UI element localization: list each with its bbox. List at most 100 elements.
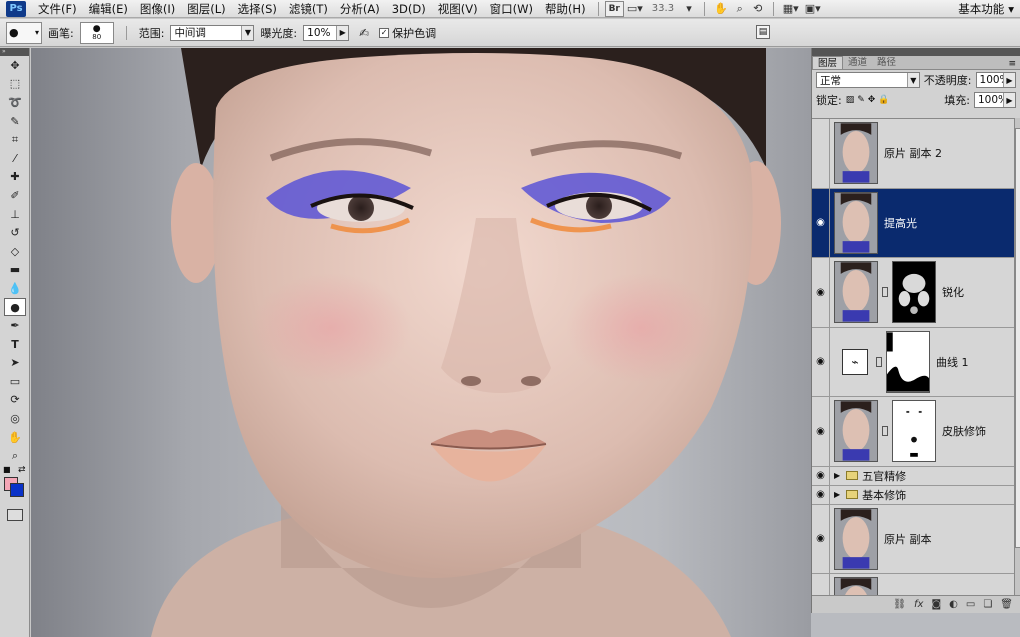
menu-layer[interactable]: 图层(L) — [181, 1, 231, 17]
eye-icon[interactable]: ◉ — [812, 397, 830, 466]
eye-icon[interactable]: ◉ — [812, 574, 830, 595]
eye-icon[interactable]: ◉ — [812, 327, 830, 396]
layer-row[interactable]: ◉ 锐化 — [812, 258, 1014, 328]
scrollbar-thumb[interactable] — [1015, 128, 1020, 548]
workspace-switcher[interactable]: 基本功能 ▾ — [958, 1, 1014, 17]
panel-toggle-icon[interactable]: ▤ — [756, 25, 770, 39]
tab-channels[interactable]: 通道 — [843, 56, 872, 69]
eye-icon[interactable]: ◉ — [812, 188, 830, 257]
3d-rotate-icon[interactable]: ⟳ — [0, 391, 30, 410]
link-icon[interactable]: ⛓ — [893, 599, 906, 610]
eye-icon[interactable]: ◉ — [812, 485, 830, 504]
fx-icon[interactable]: fx — [914, 599, 923, 610]
menu-filter[interactable]: 滤镜(T) — [283, 1, 334, 17]
new-layer-icon[interactable]: ❏ — [983, 599, 992, 610]
zoom-readout[interactable]: 33.3 — [646, 3, 680, 14]
type-icon[interactable]: T — [0, 335, 30, 354]
pen-icon[interactable]: ✒ — [0, 316, 30, 335]
move-icon[interactable]: ✥ — [0, 56, 30, 75]
menu-3d[interactable]: 3D(D) — [386, 2, 432, 16]
zoom-dropdown-icon[interactable]: ▾ — [680, 1, 698, 17]
range-select[interactable]: 中间调 ▼ — [170, 24, 255, 41]
menu-image[interactable]: 图像(I) — [134, 1, 181, 17]
chain-link-icon[interactable] — [876, 356, 882, 367]
crop-icon[interactable]: ⌗ — [0, 130, 30, 149]
zoom-tool-icon[interactable]: ⌕ — [731, 1, 749, 17]
layer-row[interactable]: ◉ ⌁ 曲线 1 — [812, 327, 1014, 397]
hand-icon[interactable]: ✋ — [0, 428, 30, 447]
shape-icon[interactable]: ▭ — [0, 372, 30, 391]
layer-row[interactable]: ◉ — [812, 574, 1014, 595]
menu-view[interactable]: 视图(V) — [432, 1, 484, 17]
eyedropper-icon[interactable]: ⁄ — [0, 149, 30, 168]
opacity-field[interactable]: 100% ▶ — [975, 72, 1016, 88]
view-extras-button[interactable]: ▭▾ — [624, 1, 646, 17]
panel-menu-icon[interactable]: ≡ — [1008, 59, 1020, 69]
protect-tones-checkbox[interactable]: ✓ 保护色调 — [379, 25, 436, 41]
stamp-icon[interactable]: ⊥ — [0, 205, 30, 224]
expand-triangle-icon[interactable]: ▶ — [834, 471, 840, 480]
menu-file[interactable]: 文件(F) — [32, 1, 83, 17]
layer-group-row[interactable]: ◉ ▶ 基本修饰 — [812, 485, 1014, 505]
gradient-icon[interactable]: ▬ — [0, 261, 30, 280]
hand-tool-icon[interactable]: ✋ — [711, 1, 731, 17]
lasso-icon[interactable]: ➰ — [0, 93, 30, 112]
rotate-view-icon[interactable]: ⟲ — [749, 1, 767, 17]
layer-row[interactable]: ● 原片 副本 2 — [812, 119, 1014, 189]
eye-icon[interactable]: ◉ — [812, 504, 830, 573]
airbrush-icon[interactable]: ✍ — [355, 25, 373, 41]
blend-mode-select[interactable]: 正常 ▼ — [816, 72, 920, 88]
quick-mask-button[interactable] — [7, 509, 23, 522]
eye-icon[interactable]: ◉ — [812, 258, 830, 327]
adjustment-icon[interactable]: ◐ — [949, 599, 958, 610]
blur-icon[interactable]: 💧 — [0, 279, 30, 298]
exposure-field[interactable]: 10% ▶ — [303, 24, 350, 41]
menu-help[interactable]: 帮助(H) — [539, 1, 592, 17]
menu-edit[interactable]: 编辑(E) — [83, 1, 134, 17]
document-canvas[interactable] — [31, 48, 811, 637]
zoom-icon[interactable]: ⌕ — [0, 446, 30, 465]
toolbox-header[interactable]: » — [0, 48, 29, 56]
lock-all-icon[interactable]: 🔒 — [878, 95, 889, 105]
background-color-swatch[interactable] — [10, 483, 24, 498]
history-brush-icon[interactable]: ↺ — [0, 223, 30, 242]
tab-paths[interactable]: 路径 — [872, 56, 901, 69]
marquee-icon[interactable]: ⬚ — [0, 75, 30, 94]
layers-scrollbar[interactable] — [1014, 118, 1020, 595]
expand-triangle-icon[interactable]: ▶ — [834, 490, 840, 499]
menu-window[interactable]: 窗口(W) — [484, 1, 539, 17]
arrange-documents-icon[interactable]: ▦▾ — [780, 1, 802, 17]
tab-layers[interactable]: 图层 — [812, 56, 844, 69]
default-colors-icon[interactable]: ■ — [3, 465, 11, 474]
brush-icon[interactable]: ✐ — [0, 186, 30, 205]
lock-transparency-icon[interactable]: ▨ — [846, 95, 855, 105]
dodge-icon[interactable]: ● — [4, 297, 26, 317]
chain-link-icon[interactable] — [882, 287, 888, 298]
screen-mode-icon[interactable]: ▣▾ — [802, 1, 824, 17]
lock-position-icon[interactable]: ✥ — [868, 95, 876, 105]
fill-field[interactable]: 100% ▶ — [974, 92, 1016, 108]
swap-colors-icon[interactable]: ⇄ — [18, 465, 26, 475]
bridge-button[interactable]: Br — [604, 0, 624, 17]
quick-select-icon[interactable]: ✎ — [0, 112, 30, 131]
layer-row[interactable]: ◉ 原片 副本 — [812, 504, 1014, 574]
eraser-icon[interactable]: ◇ — [0, 242, 30, 261]
mask-icon[interactable]: ◙ — [931, 599, 941, 610]
group-icon[interactable]: ▭ — [966, 599, 975, 610]
3d-orbit-icon[interactable]: ◎ — [0, 409, 30, 428]
layer-row[interactable]: ◉ 皮肤修饰 — [812, 397, 1014, 467]
healing-icon[interactable]: ✚ — [0, 168, 30, 187]
lock-pixels-icon[interactable]: ✎ — [857, 95, 865, 105]
menu-select[interactable]: 选择(S) — [232, 1, 283, 17]
brush-picker[interactable]: ● 80 — [79, 21, 114, 44]
path-select-icon[interactable]: ➤ — [0, 354, 30, 373]
eye-icon[interactable]: ◉ — [812, 466, 830, 485]
layer-group-row[interactable]: ◉ ▶ 五官精修 — [812, 466, 1014, 486]
layer-row-selected[interactable]: ◉ 提高光 — [812, 188, 1014, 258]
tool-preset-picker[interactable]: ● ▾ — [6, 21, 42, 44]
menu-analysis[interactable]: 分析(A) — [334, 1, 386, 17]
chain-link-icon[interactable] — [882, 426, 888, 437]
visibility-toggle[interactable]: ● — [812, 119, 830, 188]
panel-collapse-bar[interactable] — [812, 48, 1020, 56]
trash-icon[interactable]: 🗑 — [1000, 599, 1013, 610]
